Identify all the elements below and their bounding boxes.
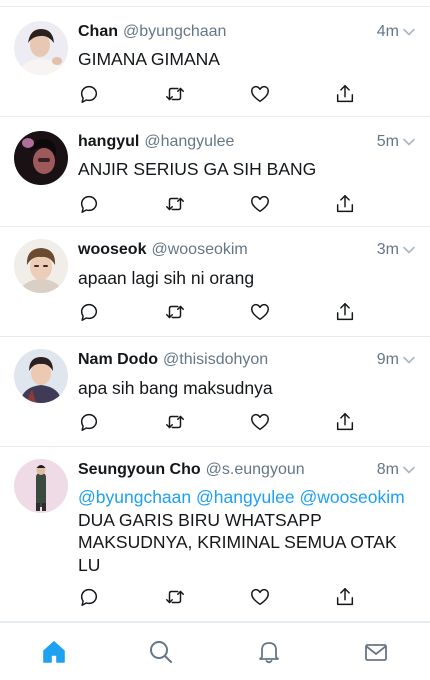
- retweet-icon[interactable]: [164, 83, 188, 107]
- avatar[interactable]: [14, 239, 68, 293]
- share-icon[interactable]: [334, 193, 358, 217]
- tweet-actions: [78, 193, 358, 217]
- chevron-down-icon[interactable]: [402, 353, 416, 367]
- retweet-icon[interactable]: [164, 301, 188, 325]
- reply-icon[interactable]: [78, 586, 102, 610]
- share-icon[interactable]: [334, 301, 358, 325]
- tweet-2[interactable]: wooseok @wooseokim 3m apaan lagi sih ni …: [0, 227, 430, 337]
- reply-icon[interactable]: [78, 301, 102, 325]
- timestamp: 9m: [376, 351, 399, 368]
- tweet-actions: [78, 301, 358, 325]
- chevron-down-icon[interactable]: [402, 25, 416, 39]
- bottom-tab-bar: [0, 622, 430, 680]
- mention-link[interactable]: @byungchaan: [78, 487, 191, 507]
- reply-icon[interactable]: [78, 411, 102, 435]
- tweet-text: @byungchaan @hangyulee @wooseokim DUA GA…: [78, 486, 412, 576]
- reply-icon[interactable]: [78, 83, 102, 107]
- display-name[interactable]: wooseok: [78, 241, 146, 259]
- messages-icon[interactable]: [363, 639, 391, 667]
- user-handle[interactable]: @wooseokim: [151, 241, 247, 259]
- notifications-icon[interactable]: [256, 639, 284, 667]
- chevron-down-icon[interactable]: [402, 135, 416, 149]
- avatar-photo-icon: [14, 131, 68, 185]
- like-icon[interactable]: [249, 586, 273, 610]
- user-handle[interactable]: @hangyulee: [144, 133, 234, 151]
- like-icon[interactable]: [249, 83, 273, 107]
- tweet-actions: [78, 411, 358, 435]
- user-handle[interactable]: @byungchaan: [123, 23, 226, 41]
- avatar-photo-icon: [14, 21, 68, 75]
- tweet-header: hangyul @hangyulee 5m: [78, 131, 416, 153]
- retweet-icon[interactable]: [164, 586, 188, 610]
- share-icon[interactable]: [334, 411, 358, 435]
- share-icon[interactable]: [334, 586, 358, 610]
- like-icon[interactable]: [249, 301, 273, 325]
- like-icon[interactable]: [249, 193, 273, 217]
- avatar[interactable]: [14, 131, 68, 185]
- tweet-4[interactable]: Seungyoun Cho @s.eungyoun 8m @byungchaan…: [0, 447, 430, 622]
- user-handle[interactable]: @thisisdohyon: [163, 351, 268, 369]
- chevron-down-icon[interactable]: [402, 243, 416, 257]
- tweet-text: ANJIR SERIUS GA SIH BANG: [78, 159, 317, 179]
- tweet-text: GIMANA GIMANA: [78, 49, 220, 69]
- timestamp: 4m: [376, 23, 399, 40]
- avatar[interactable]: [14, 349, 68, 403]
- avatar-photo-icon: [14, 239, 68, 293]
- tweet-header: Seungyoun Cho @s.eungyoun 8m: [78, 459, 416, 481]
- tweet-text: apa sih bang maksudnya: [78, 378, 273, 398]
- display-name[interactable]: Seungyoun Cho: [78, 461, 201, 479]
- tweet-header: Chan @byungchaan 4m: [78, 21, 416, 43]
- timestamp: 8m: [376, 461, 399, 478]
- timestamp: 3m: [376, 241, 399, 258]
- chevron-down-icon[interactable]: [402, 463, 416, 477]
- display-name[interactable]: Nam Dodo: [78, 351, 158, 369]
- retweet-icon[interactable]: [164, 411, 188, 435]
- retweet-icon[interactable]: [164, 193, 188, 217]
- display-name[interactable]: Chan: [78, 23, 118, 41]
- mention-link[interactable]: @wooseokim: [299, 487, 404, 507]
- search-icon[interactable]: [148, 639, 176, 667]
- display-name[interactable]: hangyul: [78, 133, 139, 151]
- avatar-photo-icon: [14, 349, 68, 403]
- tweet-0[interactable]: Chan @byungchaan 4m GIMANA GIMANA: [0, 7, 430, 117]
- reply-icon[interactable]: [78, 193, 102, 217]
- tweet-1[interactable]: hangyul @hangyulee 5m ANJIR SERIUS GA SI…: [0, 117, 430, 227]
- like-icon[interactable]: [249, 411, 273, 435]
- tweet-actions: [78, 586, 358, 610]
- home-icon[interactable]: [41, 639, 69, 667]
- tweet-body: DUA GARIS BIRU WHATSAPP MAKSUDNYA, KRIMI…: [78, 509, 397, 575]
- timeline: Chan @byungchaan 4m GIMANA GIMANA hangyu…: [0, 0, 430, 622]
- user-handle[interactable]: @s.eungyoun: [206, 461, 305, 479]
- tweet-actions: [78, 83, 358, 107]
- mention-link[interactable]: @hangyulee: [196, 487, 295, 507]
- share-icon[interactable]: [334, 83, 358, 107]
- avatar-photo-icon: [14, 459, 68, 513]
- tweet-header: wooseok @wooseokim 3m: [78, 239, 416, 261]
- tweet-text: apaan lagi sih ni orang: [78, 268, 255, 288]
- tweet-3[interactable]: Nam Dodo @thisisdohyon 9m apa sih bang m…: [0, 337, 430, 447]
- avatar[interactable]: [14, 21, 68, 75]
- timestamp: 5m: [376, 133, 399, 150]
- tweet-header: Nam Dodo @thisisdohyon 9m: [78, 349, 416, 371]
- avatar[interactable]: [14, 459, 68, 513]
